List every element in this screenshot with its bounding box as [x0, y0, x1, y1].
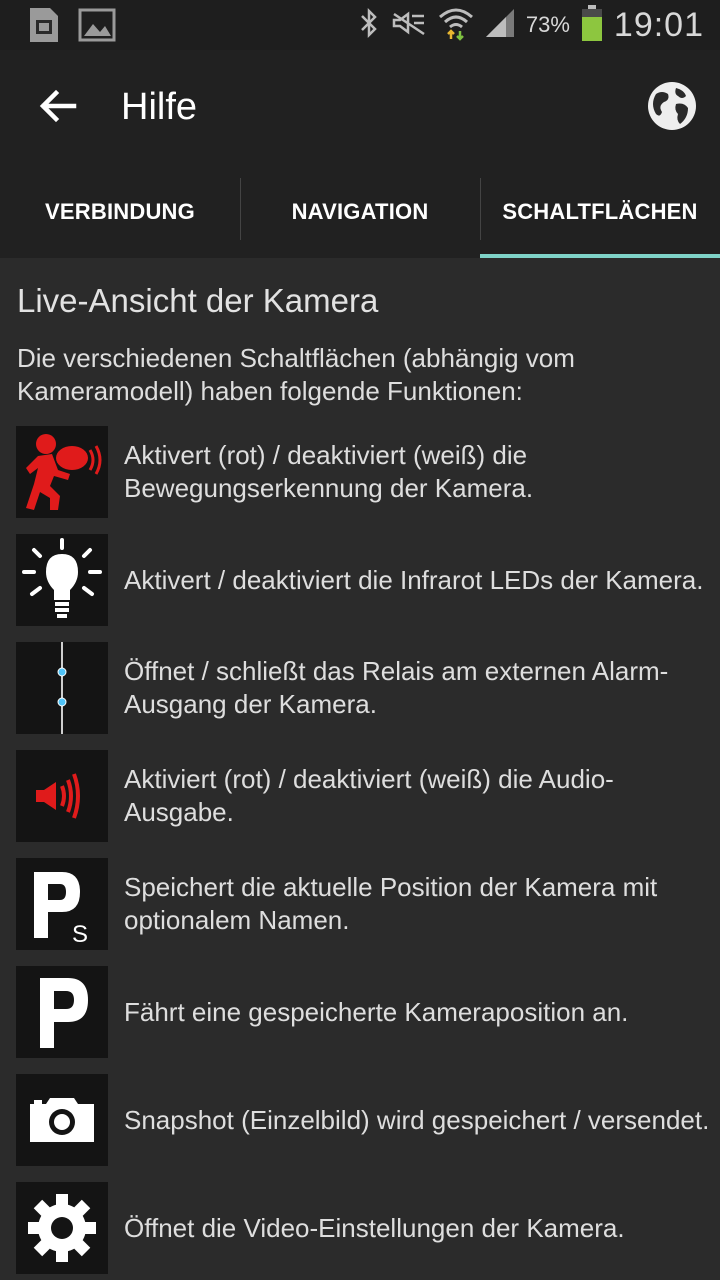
item-description: Fährt eine gespeicherte Kameraposition a… [124, 996, 629, 1027]
image-icon [78, 6, 116, 49]
svg-text:S: S [72, 921, 88, 946]
wifi-icon [438, 5, 474, 46]
motion-detection-icon [16, 426, 108, 518]
relay-switch-icon [16, 642, 108, 734]
infrared-bulb-icon [16, 534, 108, 626]
camera-icon [16, 1074, 108, 1166]
list-item: Öffnet die Video-Einstellungen der Kamer… [16, 1182, 720, 1274]
save-position-icon: S [16, 858, 108, 950]
sim-icon [26, 6, 62, 49]
section-intro: Die verschiedenen Schaltflächen (abhängi… [17, 343, 575, 406]
item-description: Aktivert / deaktiviert die Infrarot LEDs… [124, 564, 704, 595]
tab-navigation[interactable]: NAVIGATION [240, 166, 480, 258]
language-button[interactable] [644, 80, 700, 136]
tab-schaltflaechen[interactable]: SCHALTFLÄCHEN [480, 166, 720, 258]
go-to-position-icon [16, 966, 108, 1058]
list-item: Aktivert / deaktiviert die Infrarot LEDs… [16, 534, 720, 626]
item-description: Snapshot (Einzelbild) wird gespeichert /… [124, 1104, 710, 1135]
action-bar: Hilfe [0, 50, 720, 166]
signal-icon [484, 7, 516, 44]
globe-icon [646, 80, 698, 137]
speaker-icon [16, 750, 108, 842]
gear-icon [16, 1182, 108, 1274]
section-heading: Live-Ansicht der Kamera [17, 282, 379, 319]
item-description: Öffnet / schließt das Relais am externen… [124, 656, 669, 719]
status-bar: 73% 19:01 [0, 0, 720, 50]
list-item: Snapshot (Einzelbild) wird gespeichert /… [16, 1074, 720, 1166]
clock: 19:01 [613, 5, 704, 44]
back-arrow-icon [38, 88, 78, 129]
list-item: Aktivert (rot) / deaktiviert (weiß) die … [16, 426, 720, 518]
bluetooth-icon [358, 7, 380, 44]
back-button[interactable] [30, 80, 86, 136]
tab-verbindung[interactable]: VERBINDUNG [0, 166, 240, 258]
item-description: Aktivert (rot) / deaktiviert (weiß) die … [124, 440, 534, 503]
item-description: Aktiviert (rot) / deaktiviert (weiß) die… [124, 764, 614, 827]
tab-bar: VERBINDUNG NAVIGATION SCHALTFLÄCHEN [0, 166, 720, 258]
list-item: S Speichert die aktuelle Position der Ka… [16, 858, 720, 950]
list-item: Aktiviert (rot) / deaktiviert (weiß) die… [16, 750, 720, 842]
item-description: Speichert die aktuelle Position der Kame… [124, 872, 658, 935]
list-item: Öffnet / schließt das Relais am externen… [16, 642, 720, 734]
battery-icon [580, 4, 604, 47]
battery-percent: 73% [525, 12, 570, 37]
list-item: Fährt eine gespeicherte Kameraposition a… [16, 966, 720, 1058]
item-description: Öffnet die Video-Einstellungen der Kamer… [124, 1212, 625, 1243]
mute-icon [390, 8, 428, 43]
page-title: Hilfe [121, 86, 198, 128]
